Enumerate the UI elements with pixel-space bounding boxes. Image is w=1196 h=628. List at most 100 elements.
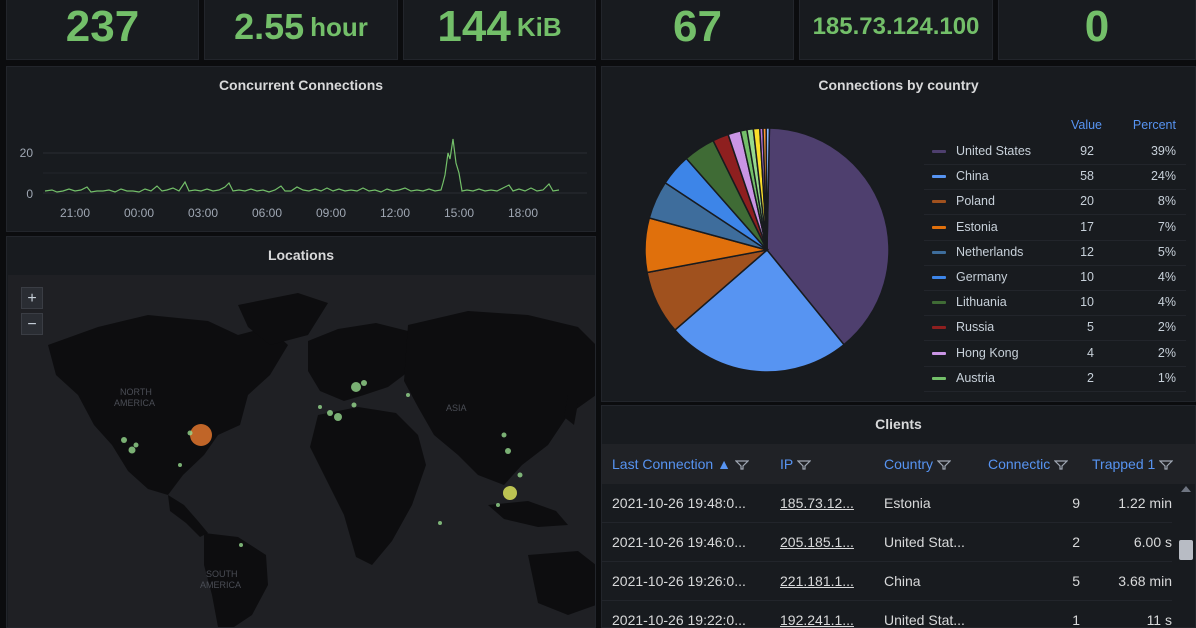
location-marker (239, 543, 243, 547)
y-tick: 0 (26, 187, 33, 201)
table-scrollbar[interactable] (1179, 484, 1193, 627)
legend-row[interactable]: Austria 2 1% (924, 366, 1186, 392)
legend-country: United States (956, 144, 1032, 158)
legend-swatch (932, 250, 946, 254)
legend-percent: 2% (1157, 320, 1176, 335)
location-marker (187, 430, 193, 436)
cell-country: Estonia (884, 495, 931, 511)
legend-percent: 24% (1150, 169, 1176, 184)
cell-connections: 1 (1072, 612, 1080, 628)
asia-land (404, 311, 595, 485)
location-marker (327, 410, 333, 416)
legend-country: Germany (956, 270, 1008, 284)
filter-icon[interactable] (937, 460, 952, 470)
legend-row[interactable]: Russia 5 2% (924, 315, 1186, 342)
stat-top-ip: 185.73.124.100 (799, 0, 993, 60)
concurrent-connections-chart: 20 0 21:00 00:00 03:00 06:00 09:00 12:00… (20, 138, 587, 220)
zoom-out-button[interactable]: − (21, 313, 43, 335)
europe-land (308, 323, 418, 401)
legend-row[interactable]: Germany 10 4% (924, 265, 1186, 291)
location-marker (133, 442, 139, 448)
scroll-up-icon[interactable] (1181, 486, 1191, 492)
legend-row[interactable]: Estonia 17 7% (924, 215, 1186, 241)
legend-row[interactable]: Hong Kong 4 2% (924, 341, 1186, 367)
table-row[interactable]: 2021-10-26 19:26:0... 221.181.1... China… (602, 562, 1172, 601)
location-marker (361, 380, 367, 386)
world-map[interactable]: NORTH AMERICA ASIA SOUTH AMERICA (8, 275, 596, 627)
cell-country: United Stat... (884, 534, 965, 550)
legend-value: 20 (1080, 194, 1094, 209)
stat-data-size: 144 KiB (403, 0, 596, 60)
x-tick: 03:00 (188, 206, 218, 220)
legend-swatch (932, 376, 946, 380)
legend-row[interactable]: United States 92 39% (924, 139, 1186, 165)
locations-panel: Locations NORTH AMERICA ASIA SOUTH AMERI… (6, 236, 596, 628)
clients-table-header: Last Connection ▲ IP Country Connectic T… (602, 444, 1195, 484)
filter-icon[interactable] (797, 460, 812, 470)
column-header-trapped[interactable]: Trapped 1 (1092, 444, 1190, 484)
stat-zero: 0 (998, 0, 1196, 60)
connections-by-country-panel: Connections by country Value Percent Uni… (601, 66, 1196, 402)
legend-country: Netherlands (956, 244, 1024, 259)
column-header-connections[interactable]: Connectic (988, 444, 1084, 484)
australia-land (528, 551, 595, 615)
location-marker (505, 448, 511, 454)
filter-icon[interactable] (1054, 460, 1069, 470)
cell-ip-link[interactable]: 205.185.1... (780, 523, 870, 561)
legend-percent-header[interactable]: Percent (1133, 118, 1176, 132)
cell-ip-link[interactable]: 221.181.1... (780, 562, 870, 600)
legend-country: Poland (956, 194, 995, 209)
indonesia-land (488, 501, 568, 527)
country-pie-chart (644, 127, 890, 373)
legend-swatch (932, 200, 946, 204)
cell-connections: 5 (1072, 573, 1080, 589)
legend-country: Austria (956, 370, 995, 385)
x-tick: 06:00 (252, 206, 282, 220)
filter-icon[interactable] (1159, 460, 1174, 470)
column-header-country[interactable]: Country (884, 444, 980, 484)
legend-row[interactable]: Poland 20 8% (924, 189, 1186, 216)
table-row[interactable]: 2021-10-26 19:48:0... 185.73.12... Eston… (602, 484, 1172, 523)
legend-value: 2 (1087, 370, 1094, 385)
legend-value: 58 (1080, 169, 1094, 184)
legend-row[interactable]: Lithuania 10 4% (924, 290, 1186, 317)
panel-title: Clients (875, 416, 922, 432)
cell-trapped: 3.68 min (1118, 573, 1172, 589)
cell-last-connection: 2021-10-26 19:26:0... (612, 573, 746, 589)
column-header-last-connection[interactable]: Last Connection ▲ (612, 444, 772, 484)
table-row[interactable]: 2021-10-26 19:22:0... 192.241.1... Unite… (602, 601, 1172, 628)
central-america-land (168, 495, 208, 537)
column-header-ip[interactable]: IP (780, 444, 870, 484)
location-marker (121, 437, 127, 443)
legend-country: China (956, 169, 989, 184)
location-marker (438, 521, 442, 525)
stat-value: 67 (673, 2, 722, 51)
cell-trapped: 6.00 s (1133, 534, 1172, 550)
legend-percent: 39% (1150, 144, 1176, 158)
legend-header: Value Percent (924, 115, 1186, 137)
legend-percent: 4% (1157, 270, 1176, 284)
map-label: NORTH (120, 387, 152, 397)
panel-title: Locations (267, 247, 335, 263)
legend-row[interactable]: Netherlands 12 5% (924, 240, 1186, 266)
cell-last-connection: 2021-10-26 19:46:0... (612, 534, 746, 550)
cell-ip-link[interactable]: 185.73.12... (780, 484, 870, 522)
cell-ip-link[interactable]: 192.241.1... (780, 601, 870, 627)
legend-value-header[interactable]: Value (1071, 118, 1102, 132)
legend-percent: 8% (1157, 194, 1176, 209)
map-label: AMERICA (114, 398, 155, 408)
filter-icon[interactable] (734, 460, 749, 470)
legend-value: 5 (1087, 320, 1094, 335)
legend-swatch (932, 326, 946, 330)
africa-land (310, 407, 426, 565)
x-tick: 12:00 (380, 206, 410, 220)
legend-swatch (932, 175, 946, 179)
location-marker (517, 472, 523, 478)
x-tick: 21:00 (60, 206, 90, 220)
y-tick: 20 (20, 146, 34, 160)
table-row[interactable]: 2021-10-26 19:46:0... 205.185.1... Unite… (602, 523, 1172, 562)
x-tick: 00:00 (124, 206, 154, 220)
legend-row[interactable]: China 58 24% (924, 164, 1186, 191)
scrollbar-thumb[interactable] (1179, 540, 1193, 560)
zoom-in-button[interactable]: + (21, 287, 43, 309)
